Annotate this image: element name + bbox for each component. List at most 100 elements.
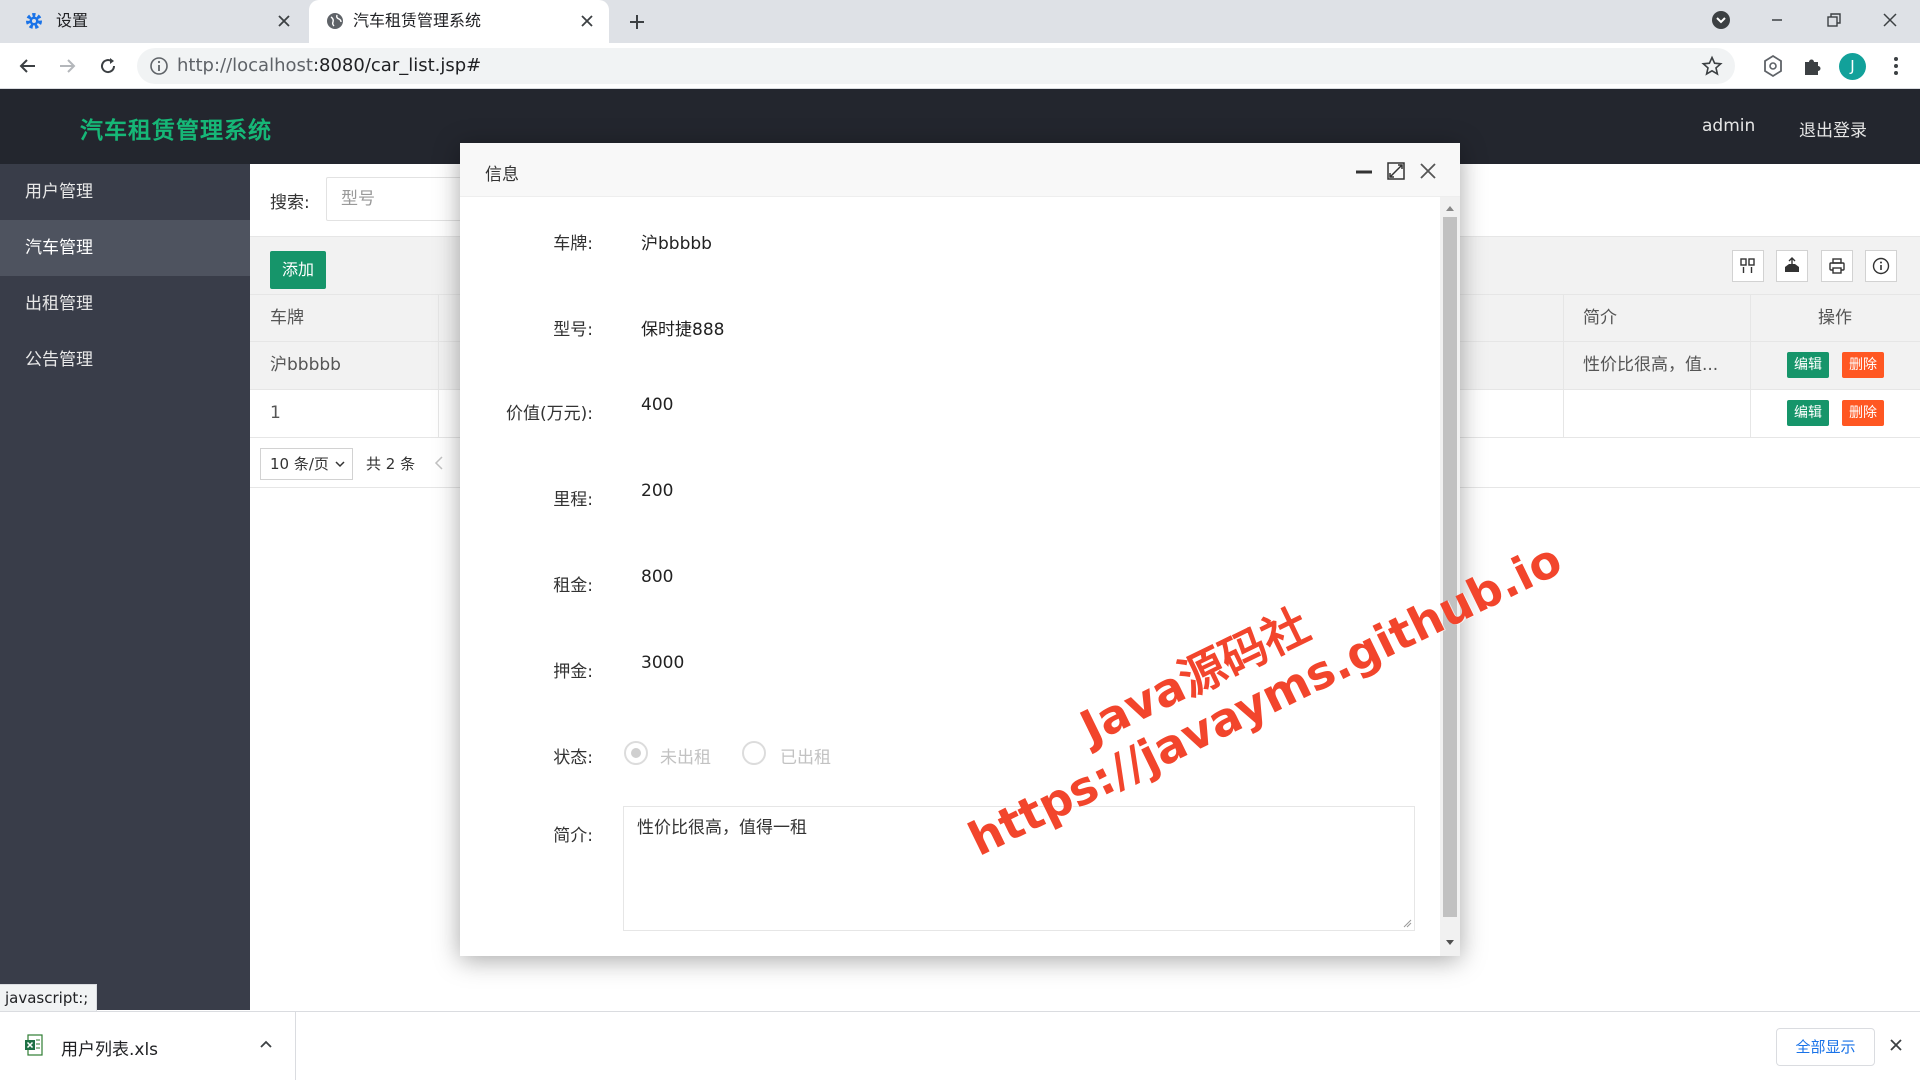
restore-icon[interactable]: [1821, 8, 1845, 32]
url-host: http://localhost: [177, 55, 313, 76]
bookmark-star-icon[interactable]: [1701, 55, 1723, 77]
app-logo: 汽车租赁管理系统: [80, 118, 272, 144]
dialog-title: 信息: [485, 165, 519, 185]
show-all-button[interactable]: 全部显示: [1776, 1028, 1875, 1066]
close-icon[interactable]: [577, 11, 597, 31]
download-bar: 用户列表.xls 全部显示: [0, 1011, 1920, 1080]
field-value: 800: [641, 567, 674, 587]
sidebar-item-users[interactable]: 用户管理: [0, 164, 250, 220]
field-label: 简介:: [553, 826, 593, 846]
columns-icon[interactable]: [1732, 250, 1764, 282]
new-tab-icon[interactable]: [624, 9, 650, 35]
radio-selected-dot: [631, 748, 641, 758]
download-item[interactable]: 用户列表.xls: [0, 1012, 296, 1080]
forward-icon[interactable]: [55, 54, 79, 78]
column-divider: [438, 295, 439, 342]
logout-link[interactable]: 退出登录: [1799, 116, 1867, 141]
minimize-icon[interactable]: [1354, 161, 1374, 181]
info-circle-icon[interactable]: [1865, 250, 1897, 282]
field-mileage: 里程: 200: [460, 475, 1440, 515]
cell-plate: 沪bbbbb: [270, 355, 341, 375]
column-divider: [438, 390, 439, 437]
edit-button[interactable]: 编辑: [1787, 400, 1829, 426]
field-model: 型号: 保时捷888: [460, 305, 1440, 345]
field-label: 价值(万元):: [506, 404, 593, 424]
radio-label: 未出租: [660, 748, 711, 768]
add-button[interactable]: 添加: [270, 251, 326, 289]
cell-intro: 性价比很高，值...: [1583, 355, 1719, 375]
reload-icon[interactable]: [96, 54, 120, 78]
column-divider: [1563, 342, 1564, 389]
header-user[interactable]: admin: [1702, 116, 1755, 136]
field-status: 状态: 未出租 已出租: [460, 733, 1440, 773]
chevron-down-icon: [334, 458, 346, 470]
column-divider: [1750, 390, 1751, 437]
field-label: 型号:: [553, 320, 593, 340]
tab-car-rental[interactable]: 汽车租赁管理系统: [309, 0, 609, 43]
browser-toolbar: http://localhost:8080/car_list.jsp# J: [0, 43, 1920, 89]
print-icon[interactable]: [1821, 250, 1853, 282]
pager-total: 共 2 条: [366, 455, 416, 473]
browser-tab-bar: 设置 汽车租赁管理系统: [0, 0, 1920, 43]
download-filename: 用户列表.xls: [61, 1040, 159, 1060]
profile-avatar[interactable]: J: [1839, 53, 1866, 80]
close-icon[interactable]: [1888, 1037, 1904, 1053]
back-icon[interactable]: [16, 54, 40, 78]
scroll-thumb[interactable]: [1443, 217, 1457, 917]
search-label: 搜索:: [270, 193, 310, 213]
chevron-up-icon[interactable]: [258, 1037, 274, 1053]
url-text: http://localhost:8080/car_list.jsp#: [177, 55, 481, 77]
field-plate: 车牌: 沪bbbbb: [460, 219, 1440, 259]
sidebar: 用户管理 汽车管理 出租管理 公告管理: [0, 164, 250, 1010]
globe-icon: [325, 11, 345, 31]
dialog-scrollbar[interactable]: [1440, 197, 1460, 956]
field-label: 押金:: [553, 662, 593, 682]
edit-button[interactable]: 编辑: [1787, 352, 1829, 378]
delete-button[interactable]: 删除: [1842, 400, 1884, 426]
field-rent: 租金: 800: [460, 561, 1440, 601]
field-label: 车牌:: [553, 234, 593, 254]
sidebar-item-notices[interactable]: 公告管理: [0, 332, 250, 388]
scroll-up-icon[interactable]: [1445, 204, 1455, 212]
window-close-icon[interactable]: [1878, 8, 1902, 32]
field-value: 200: [641, 481, 674, 501]
info-icon[interactable]: [149, 56, 169, 76]
field-label: 里程:: [553, 490, 593, 510]
column-header-plate: 车牌: [270, 308, 304, 328]
close-icon[interactable]: [274, 11, 294, 31]
status-url-tooltip: javascript:;: [0, 984, 98, 1012]
page-size-select[interactable]: 10 条/页: [260, 448, 353, 480]
column-divider: [1563, 390, 1564, 437]
chevron-left-icon[interactable]: [433, 454, 445, 472]
radio-rented[interactable]: [742, 741, 766, 765]
textarea-value: 性价比很高，值得一租: [637, 818, 807, 838]
export-icon[interactable]: [1776, 250, 1808, 282]
sidebar-item-rentals[interactable]: 出租管理: [0, 276, 250, 332]
field-label: 状态:: [553, 748, 593, 768]
intro-textarea[interactable]: 性价比很高，值得一租: [623, 806, 1415, 931]
minimize-icon[interactable]: [1765, 8, 1789, 32]
field-value: 沪bbbbb: [641, 234, 712, 254]
close-icon[interactable]: [1418, 161, 1438, 181]
address-bar[interactable]: http://localhost:8080/car_list.jsp#: [137, 48, 1735, 84]
field-deposit: 押金: 3000: [460, 647, 1440, 687]
extension-icon[interactable]: [1760, 53, 1786, 79]
resize-grip-icon[interactable]: [1402, 918, 1412, 928]
sidebar-item-cars[interactable]: 汽车管理: [0, 220, 250, 276]
cell-intro: [1583, 390, 1743, 437]
menu-dots-icon[interactable]: [1883, 53, 1909, 79]
dialog-header[interactable]: 信息: [460, 143, 1460, 197]
field-value: 3000: [641, 653, 685, 673]
radio-not-rented[interactable]: [624, 741, 648, 765]
field-price: 价值(万元): 400: [460, 389, 1440, 429]
tab-search-icon[interactable]: [1709, 8, 1733, 32]
scroll-down-icon[interactable]: [1445, 939, 1455, 947]
tab-settings[interactable]: 设置: [0, 0, 306, 43]
column-header-intro: 简介: [1583, 308, 1617, 328]
puzzle-icon[interactable]: [1799, 53, 1825, 79]
maximize-icon[interactable]: [1386, 161, 1406, 181]
delete-button[interactable]: 删除: [1842, 352, 1884, 378]
tab-title: 设置: [56, 11, 89, 30]
column-divider: [438, 342, 439, 389]
url-path: :8080/car_list.jsp#: [312, 55, 482, 76]
